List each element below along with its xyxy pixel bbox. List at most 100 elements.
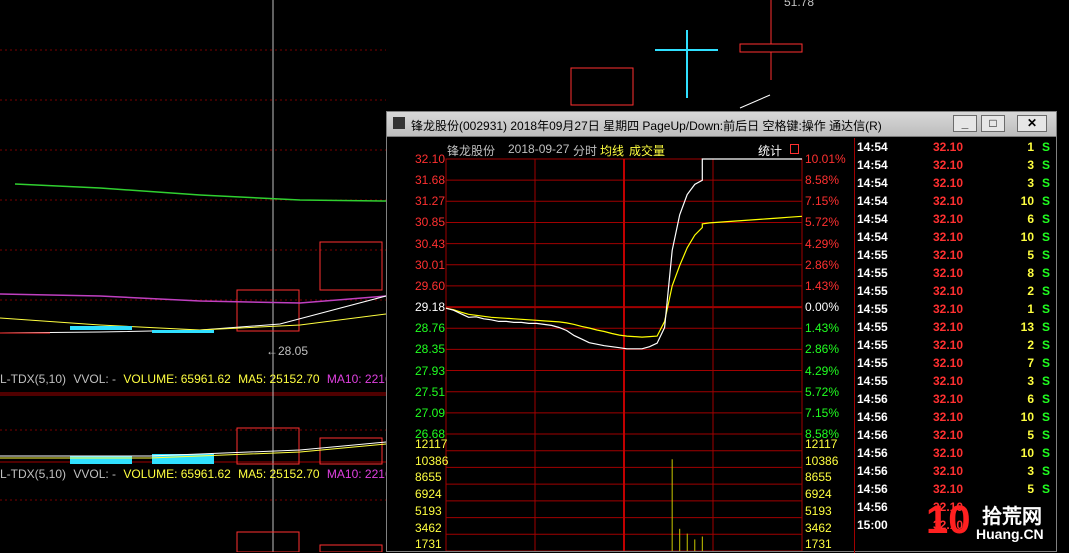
volume-bar bbox=[319, 437, 383, 465]
tick-time: 14:55 bbox=[857, 284, 888, 298]
tick-time: 14:56 bbox=[857, 464, 888, 478]
percent-tick-label: 8.58% bbox=[805, 173, 840, 188]
tick-time: 14:54 bbox=[857, 212, 888, 226]
ma-line-yellow bbox=[0, 313, 387, 331]
tick-volume: 1 bbox=[1027, 140, 1034, 154]
tick-row: 14:56 32.10 5 S bbox=[857, 427, 1052, 445]
tick-volume: 5 bbox=[1027, 428, 1034, 442]
tick-volume: 3 bbox=[1027, 464, 1034, 478]
tick-row: 14:54 32.10 3 S bbox=[857, 157, 1052, 175]
tick-row: 14:56 32.10 3 S bbox=[857, 463, 1052, 481]
minimize-button[interactable]: _ bbox=[953, 115, 977, 132]
tick-side: S bbox=[1041, 464, 1050, 478]
stats-toggle-icon[interactable] bbox=[790, 144, 799, 154]
ma-line-white bbox=[0, 295, 387, 334]
tick-row: 14:56 32.10 6 S bbox=[857, 391, 1052, 409]
tick-time: 14:55 bbox=[857, 374, 888, 388]
tick-side: S bbox=[1041, 374, 1050, 388]
tick-side: S bbox=[1041, 248, 1050, 262]
tick-side: S bbox=[1041, 140, 1050, 154]
volume-legend[interactable]: 成交量 bbox=[629, 142, 665, 159]
tick-volume: 1 bbox=[1027, 302, 1034, 316]
price-tick-label: 27.51 bbox=[415, 384, 446, 399]
percent-tick-label: 2.86% bbox=[805, 257, 840, 272]
tick-time: 14:54 bbox=[857, 230, 888, 244]
window-titlebar[interactable]: 锋龙股份(002931) 2018年09月27日 星期四 PageUp/Down… bbox=[387, 112, 1056, 137]
tick-volume: 3 bbox=[1027, 374, 1034, 388]
tick-price: 32.10 bbox=[933, 302, 964, 316]
app-icon bbox=[393, 117, 405, 129]
chart-date: 2018-09-27 bbox=[508, 142, 570, 156]
close-button[interactable]: ✕ bbox=[1017, 115, 1047, 132]
tick-time: 14:54 bbox=[857, 194, 888, 208]
tick-side: S bbox=[1041, 266, 1050, 280]
tick-side: S bbox=[1041, 284, 1050, 298]
tick-price: 32.10 bbox=[933, 446, 964, 460]
tick-time: 15:00 bbox=[857, 518, 888, 532]
window-title: 锋龙股份(002931) 2018年09月27日 星期四 PageUp/Down… bbox=[411, 119, 882, 133]
price-label-high: 51.78 bbox=[784, 0, 815, 9]
price-tick-label: 30.43 bbox=[415, 236, 446, 251]
volume-tick-label: 12117 bbox=[415, 437, 448, 451]
tick-side: S bbox=[1041, 428, 1050, 442]
tick-time: 14:55 bbox=[857, 302, 888, 316]
volume-tick-label-right: 6924 bbox=[805, 487, 832, 502]
price-tick-label: 28.76 bbox=[415, 321, 446, 336]
chart-background bbox=[389, 138, 854, 551]
tick-price: 32.10 bbox=[933, 230, 964, 244]
tick-price: 32.10 bbox=[933, 284, 964, 298]
tick-price: 32.10 bbox=[933, 374, 964, 388]
tick-row: 14:56 32.10 5 S bbox=[857, 481, 1052, 499]
percent-tick-label: 5.72% bbox=[805, 215, 840, 230]
volume-tick-label-right: 10386 bbox=[805, 453, 839, 468]
volume-tick-label: 6924 bbox=[415, 487, 442, 502]
tick-time: 14:56 bbox=[857, 446, 888, 460]
tick-price: 32.10 bbox=[933, 410, 964, 424]
tick-volume: 2 bbox=[1027, 338, 1034, 352]
tick-price: 32.10 bbox=[933, 158, 964, 172]
percent-tick-label: 10.01% bbox=[805, 152, 846, 166]
volume-tick-label-right: 5193 bbox=[805, 503, 832, 518]
tick-row: 14:54 32.10 3 S bbox=[857, 175, 1052, 193]
volume-tick-label-right: 3462 bbox=[805, 520, 832, 535]
percent-tick-label: 4.29% bbox=[805, 363, 840, 378]
tick-price: 32.10 bbox=[933, 464, 964, 478]
tick-row: 14:54 32.10 10 S bbox=[857, 229, 1052, 247]
volume-bar-cyan bbox=[70, 456, 132, 464]
tick-side: S bbox=[1041, 338, 1050, 352]
percent-tick-label: 5.72% bbox=[805, 384, 840, 399]
volume-tick-label: 8655 bbox=[415, 470, 442, 485]
tick-row: 14:55 32.10 5 S bbox=[857, 247, 1052, 265]
price-tick-label: 31.68 bbox=[415, 173, 446, 188]
intraday-chart[interactable] bbox=[389, 138, 854, 551]
tick-time: 14:55 bbox=[857, 320, 888, 334]
price-tick-label: 27.93 bbox=[415, 363, 446, 378]
tick-time: 14:56 bbox=[857, 392, 888, 406]
percent-tick-label: 0.00% bbox=[805, 300, 840, 315]
tick-price: 32.10 bbox=[933, 320, 964, 334]
percent-tick-label: 2.86% bbox=[805, 342, 840, 357]
stats-button[interactable]: 统计 bbox=[758, 142, 782, 159]
intraday-window[interactable]: 锋龙股份(002931) 2018年09月27日 星期四 PageUp/Down… bbox=[386, 111, 1057, 553]
tick-time: 14:55 bbox=[857, 266, 888, 280]
tick-volume: 3 bbox=[1027, 176, 1034, 190]
tick-time: 14:56 bbox=[857, 410, 888, 424]
price-tick-label: 29.18 bbox=[415, 300, 446, 315]
tick-time: 14:56 bbox=[857, 500, 888, 514]
tick-side: S bbox=[1041, 176, 1050, 190]
tick-volume: 10 bbox=[1020, 194, 1034, 208]
price-tick-label: 30.01 bbox=[415, 257, 446, 272]
tick-time: 14:56 bbox=[857, 428, 888, 442]
tick-side: S bbox=[1041, 482, 1050, 496]
maximize-button[interactable]: □ bbox=[981, 115, 1005, 132]
price-tick-label: 29.60 bbox=[415, 278, 446, 293]
volume-tick-label: 3462 bbox=[415, 520, 442, 535]
kline-candle bbox=[319, 241, 383, 291]
tick-row: 14:56 32.10 10 S bbox=[857, 409, 1052, 427]
volume-tick-label: 1731 bbox=[415, 537, 442, 552]
tick-side: S bbox=[1041, 158, 1050, 172]
indicator-row: L-TDX(5,10) VVOL: - VOLUME: 65961.62 MA5… bbox=[0, 467, 392, 481]
ma-line-magenta bbox=[0, 293, 387, 304]
price-tick-label: 28.35 bbox=[415, 342, 446, 357]
volume-bar bbox=[236, 427, 300, 465]
